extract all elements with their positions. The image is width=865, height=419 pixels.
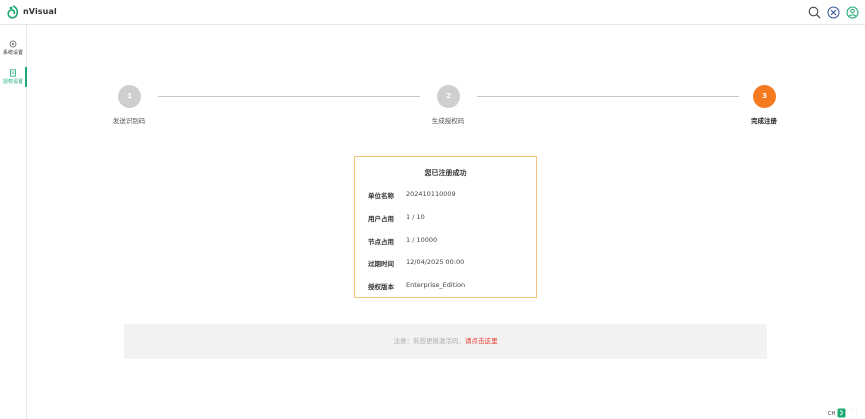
step-1-label: 发送识别码 [112,117,146,125]
info-value: 202410110009 [406,190,456,198]
card-title: 您已注册成功 [424,169,467,177]
nvisual-logo-icon[interactable] [7,5,19,20]
info-key: 单位名称 [368,192,394,200]
input-method-icon [837,408,846,418]
notice-text: 注意：若想更换激活码， [393,337,466,345]
info-key: 节点占用 [368,238,394,246]
more-options-icon: ⋮⋮ [850,408,858,413]
search-icon[interactable] [808,4,821,19]
registration-success-card: 您已注册成功 单位名称 202410110009 用户占用 1 / 10 节点占… [354,156,537,298]
sidebar-item-label: 系统设置 [2,50,23,56]
step-2-label: 生成授权码 [431,117,465,125]
sidebar-item-label: 授权设置 [2,79,23,85]
step-3-label: 完成注册 [751,117,777,125]
step-connector-2 [477,96,739,97]
brand-name: nVisual [23,7,57,16]
gear-icon [9,40,17,48]
user-avatar-icon[interactable] [846,4,859,19]
sidebar: 系统设置 授权设置 [0,25,27,419]
close-circle-icon[interactable] [827,4,840,19]
step-2-circle: 2 [437,85,460,108]
language-label: CH [828,411,836,417]
info-key: 授权版本 [368,283,394,291]
step-1-circle: 1 [118,85,141,108]
info-value: 1 / 10000 [406,236,438,244]
info-value: 1 / 10 [406,213,425,221]
change-activation-link[interactable]: 请点击这里 [465,337,498,345]
info-key: 用户占用 [368,215,394,223]
step-connector-1 [158,96,420,97]
sidebar-item-system-settings[interactable]: 系统设置 [0,40,26,60]
info-value: 12/04/2025 00:00 [406,258,465,266]
change-activation-notice: 注意：若想更换激活码，请点击这里 [124,324,767,359]
sidebar-item-license-settings[interactable]: 授权设置 [0,67,27,89]
document-icon [10,69,16,77]
step-3-circle: 3 [753,85,776,108]
info-value: Enterprise_Edition [406,281,466,289]
language-widget[interactable]: CH ⋮⋮ [828,408,858,419]
info-key: 过期时间 [368,260,394,268]
top-bar: nVisual [0,0,865,25]
